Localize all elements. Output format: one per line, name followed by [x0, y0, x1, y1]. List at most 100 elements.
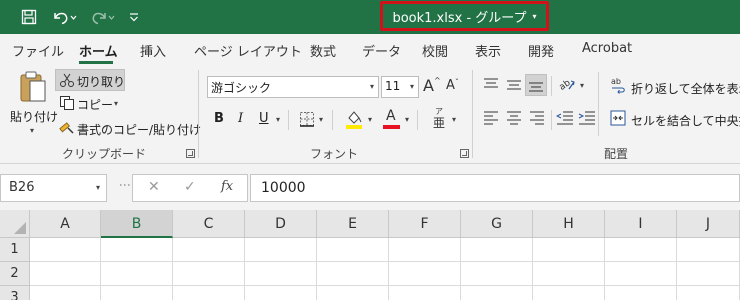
tab-insert[interactable]: 挿入 — [140, 41, 166, 60]
column-header-i[interactable]: I — [605, 210, 677, 238]
underline-button[interactable]: U — [259, 111, 269, 126]
align-center-icon[interactable] — [506, 111, 522, 125]
grid-cell[interactable] — [677, 238, 740, 262]
grid-cell[interactable] — [317, 262, 389, 286]
column-header-j[interactable]: J — [677, 210, 740, 238]
grid-cell[interactable] — [245, 238, 317, 262]
fill-color-dropdown-icon[interactable]: ▾ — [368, 115, 372, 124]
column-header-f[interactable]: F — [389, 210, 461, 238]
tab-formulas[interactable]: 数式 — [310, 41, 336, 60]
tab-file[interactable]: ファイル — [12, 41, 64, 60]
select-all-corner[interactable] — [0, 210, 30, 238]
wrap-text-icon[interactable]: ab — [610, 76, 626, 94]
undo-icon[interactable] — [48, 0, 80, 34]
name-box[interactable]: B26 ▾ — [0, 174, 107, 202]
grid-cell[interactable] — [533, 262, 605, 286]
grid-cell[interactable] — [245, 262, 317, 286]
paste-dropdown-icon[interactable]: ▾ — [30, 126, 34, 135]
grid-cell[interactable] — [605, 262, 677, 286]
orientation-icon[interactable]: ab — [558, 76, 576, 92]
customize-quick-access-icon[interactable] — [124, 0, 144, 34]
grid-cell[interactable] — [101, 262, 173, 286]
more-options-icon[interactable]: ⋮ — [118, 179, 132, 192]
font-launcher-icon[interactable] — [460, 149, 469, 158]
grid-cell[interactable] — [173, 238, 245, 262]
tab-view[interactable]: 表示 — [475, 41, 501, 60]
font-name-select[interactable]: 游ゴシック ▾ — [207, 76, 379, 98]
bold-button[interactable]: B — [214, 111, 224, 126]
row-header-2[interactable]: 2 — [0, 262, 30, 286]
borders-icon[interactable] — [299, 111, 315, 127]
column-header-e[interactable]: E — [317, 210, 389, 238]
paste-button[interactable]: 貼り付け ▾ — [10, 70, 58, 135]
column-header-g[interactable]: G — [461, 210, 533, 238]
format-painter-button[interactable]: 書式のコピー/貼り付け — [77, 121, 201, 138]
grid-cell[interactable] — [101, 286, 173, 300]
increase-font-size-button[interactable]: A^ — [423, 76, 441, 95]
align-middle-icon[interactable] — [506, 78, 522, 92]
grid-cell[interactable] — [605, 238, 677, 262]
grid-cell[interactable] — [677, 286, 740, 300]
font-size-select[interactable]: 11 ▾ — [381, 76, 419, 98]
grid-cell[interactable] — [461, 238, 533, 262]
save-icon[interactable] — [14, 0, 44, 34]
tab-page-layout[interactable]: ページ レイアウト — [194, 41, 302, 60]
redo-icon[interactable] — [86, 0, 118, 34]
underline-dropdown-icon[interactable]: ▾ — [276, 115, 280, 124]
grid-cell[interactable] — [389, 262, 461, 286]
formula-input[interactable]: 10000 — [250, 174, 740, 202]
grid-cell[interactable] — [30, 262, 101, 286]
orientation-dropdown-icon[interactable]: ▾ — [580, 81, 584, 90]
column-header-c[interactable]: C — [173, 210, 245, 238]
column-header-a[interactable]: A — [30, 210, 101, 238]
grid-cell[interactable] — [389, 238, 461, 262]
align-left-icon[interactable] — [483, 111, 499, 125]
insert-function-icon[interactable]: fx — [221, 179, 233, 194]
phonetic-dropdown-icon[interactable]: ▾ — [452, 115, 456, 124]
merge-center-button[interactable]: セルを結合して中央揃え — [631, 112, 740, 129]
grid-cell[interactable] — [245, 286, 317, 300]
cancel-entry-icon[interactable]: ✕ — [148, 179, 160, 195]
tab-acrobat[interactable]: Acrobat — [582, 41, 632, 56]
grid-cell[interactable] — [30, 238, 101, 262]
copy-dropdown-icon[interactable]: ▾ — [114, 99, 118, 108]
clipboard-launcher-icon[interactable] — [186, 149, 195, 158]
grid-cell[interactable] — [461, 262, 533, 286]
confirm-entry-icon[interactable]: ✓ — [184, 179, 196, 195]
fill-color-icon[interactable] — [345, 109, 363, 129]
column-header-b[interactable]: B — [101, 210, 173, 238]
copy-button[interactable]: コピー — [77, 96, 113, 113]
grid-cell[interactable] — [677, 262, 740, 286]
grid-cell[interactable] — [317, 286, 389, 300]
align-right-icon[interactable] — [529, 111, 545, 125]
font-color-button[interactable]: A — [383, 108, 401, 130]
row-header-1[interactable]: 1 — [0, 238, 30, 262]
tab-developer[interactable]: 開発 — [528, 41, 554, 60]
grid-cell[interactable] — [461, 286, 533, 300]
phonetic-button[interactable]: ア 亜 — [431, 107, 447, 131]
increase-indent-icon[interactable] — [578, 111, 596, 125]
column-header-h[interactable]: H — [533, 210, 605, 238]
grid-cell[interactable] — [533, 286, 605, 300]
italic-button[interactable]: I — [238, 111, 243, 126]
chevron-down-icon[interactable]: ▾ — [96, 183, 100, 192]
align-top-icon[interactable] — [483, 78, 499, 92]
borders-dropdown-icon[interactable]: ▾ — [319, 115, 323, 124]
grid-cell[interactable] — [30, 286, 101, 300]
decrease-font-size-button[interactable]: Aˇ — [446, 78, 459, 93]
grid-cell[interactable] — [533, 238, 605, 262]
row-header-3[interactable]: 3 — [0, 286, 30, 300]
font-color-dropdown-icon[interactable]: ▾ — [405, 115, 409, 124]
decrease-indent-icon[interactable] — [556, 111, 574, 125]
window-title[interactable]: book1.xlsx - グループ ▾ — [380, 1, 549, 31]
tab-review[interactable]: 校閲 — [422, 41, 448, 60]
grid-cell[interactable] — [173, 286, 245, 300]
grid-cell[interactable] — [173, 262, 245, 286]
column-header-d[interactable]: D — [245, 210, 317, 238]
title-dropdown-icon[interactable]: ▾ — [533, 12, 537, 21]
grid-cell[interactable] — [101, 238, 173, 262]
wrap-text-button[interactable]: 折り返して全体を表示す — [631, 80, 740, 97]
merge-center-icon[interactable] — [610, 110, 626, 126]
grid-cell[interactable] — [605, 286, 677, 300]
tab-data[interactable]: データ — [362, 41, 401, 60]
